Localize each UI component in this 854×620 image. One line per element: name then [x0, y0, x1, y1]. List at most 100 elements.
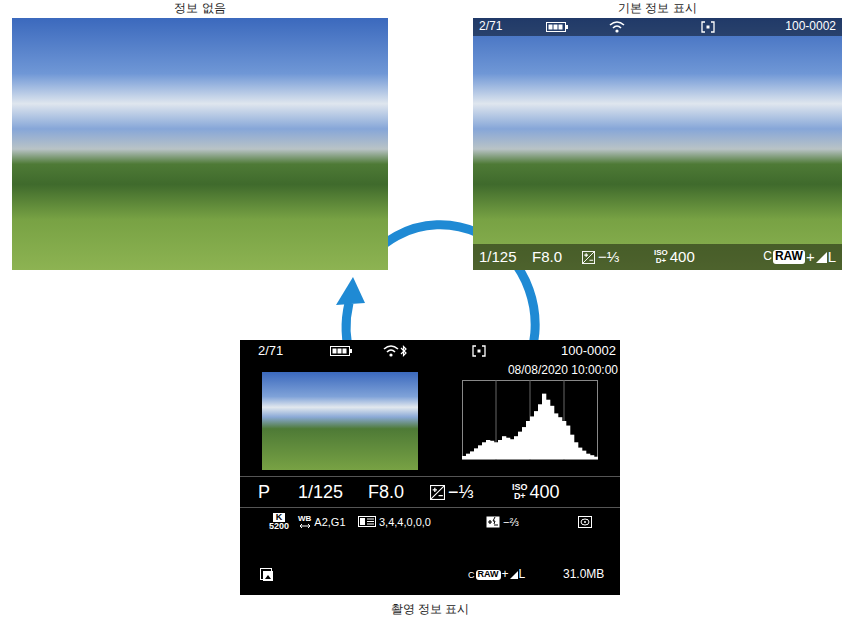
histogram-bar [482, 442, 486, 459]
histogram-bar [462, 456, 466, 459]
histogram-bar [562, 421, 566, 459]
exposure-value: −⅓ [598, 248, 619, 265]
quality-raw: RAW [773, 250, 805, 263]
histogram-bar [546, 400, 550, 459]
histogram-bar [582, 451, 586, 459]
wireless-icon [608, 20, 626, 34]
histogram-bar [498, 440, 502, 459]
wb-shift-value: A2,G1 [314, 516, 345, 529]
histogram-bar [474, 448, 478, 459]
frame-count: 2/71 [258, 344, 330, 359]
iso-value: 400 [670, 248, 695, 265]
histogram-bar [510, 439, 514, 459]
histogram-bar [514, 436, 518, 459]
picture-style-icon [358, 516, 376, 527]
exposure-compensation-icon [430, 485, 445, 500]
metering-icon [578, 516, 592, 528]
basic-info-view: 기본 정보 표시2/71100-00021/125F8.0−⅓ISOD+400C… [473, 0, 842, 270]
histogram-bar [506, 438, 510, 459]
shooting-mode: P [258, 482, 298, 503]
picture-style-value: 3,4,4,0,0,0 [379, 516, 431, 529]
jpeg-quality-icon [510, 571, 518, 579]
aperture: F8.0 [532, 248, 582, 265]
shutter-speed: 1/125 [298, 482, 368, 503]
white-balance-shift: WBA2,G1 [298, 515, 358, 529]
file-number: 100-0002 [561, 344, 616, 359]
histogram-bar [470, 451, 474, 459]
caption: 촬영 정보 표시 [391, 601, 470, 617]
file-size: 31.0MB [563, 568, 620, 582]
wb-label: WB [298, 515, 311, 529]
shooting-info-view: 2/71100-000208/08/2020 10:00:00P1/125F8.… [0, 340, 620, 617]
histogram-bar [578, 448, 582, 459]
shutter-speed: 1/125 [479, 248, 532, 265]
histogram-bar [526, 421, 530, 459]
picture-style: 3,4,4,0,0,0 [358, 516, 486, 529]
wireless-icon [382, 344, 408, 358]
flash-compensation: −⅔ [486, 516, 578, 529]
color-temperature-label: K [273, 513, 286, 523]
image-quality: CRAW+L [468, 568, 563, 582]
histogram-bar [478, 445, 482, 459]
camera-screen: 2/71100-000208/08/2020 10:00:00P1/125F8.… [240, 340, 620, 595]
histogram-bar [486, 440, 490, 459]
histogram-bar [494, 442, 498, 459]
exposure-compensation: −⅓ [582, 248, 654, 265]
histogram-bar [586, 454, 590, 459]
iso-label: ISOD+ [654, 249, 668, 265]
histogram-bar [538, 404, 542, 459]
jpeg-quality-icon [816, 252, 827, 263]
iso-value: 400 [530, 482, 560, 503]
exposure-value: −⅓ [448, 482, 474, 503]
histogram-bar [570, 435, 574, 459]
exposure-compensation-icon [582, 251, 595, 264]
quality-size: L [519, 568, 526, 582]
histogram-bar [522, 427, 526, 459]
photo: 2/71100-00021/125F8.0−⅓ISOD+400CRAW+L [473, 18, 842, 270]
exposure-compensation: −⅓ [430, 482, 512, 503]
iso-label: ISOD+ [512, 483, 528, 501]
image-quality: CRAW+ L [763, 248, 836, 265]
flash-compensation-icon [486, 516, 500, 528]
histogram-bar [466, 454, 470, 459]
af-point-icon [701, 21, 715, 33]
iso: ISOD+400 [512, 482, 620, 503]
screen-top-row: 2/71 100-0002 [240, 340, 620, 362]
histogram-bar [490, 441, 494, 459]
quality-prefix: C [763, 250, 772, 264]
detail-row: K5200WBA2,G1 3,4,4,0,0,0 −⅔ [240, 508, 620, 536]
image-info-icon [260, 568, 274, 582]
playback-display-diagram: 정보 없음기본 정보 표시2/71100-00021/125F8.0−⅓ISOD… [0, 0, 854, 620]
histogram-bar [566, 426, 570, 459]
af-point-icon [472, 345, 486, 357]
info-top-bar: 2/71100-0002 [473, 18, 842, 36]
histogram-bar [502, 436, 506, 459]
info-bottom-bar: 1/125F8.0−⅓ISOD+400CRAW+L [473, 244, 842, 270]
battery-icon [546, 22, 568, 32]
quality-size: L [828, 248, 836, 265]
histogram-bar [534, 411, 538, 459]
histogram-bar [554, 413, 558, 459]
histogram-bar [594, 457, 598, 459]
date-time: 08/08/2020 10:00:00 [508, 362, 618, 378]
thumbnail-photo [262, 372, 418, 470]
wb-shift-icon [299, 523, 311, 529]
histogram-bar [550, 406, 554, 459]
battery-icon [330, 346, 352, 356]
exposure-row: P1/125F8.0−⅓ISOD+400 [240, 476, 620, 508]
caption: 정보 없음 [174, 0, 225, 16]
caption: 기본 정보 표시 [618, 0, 697, 16]
iso: ISOD+400 [654, 248, 763, 265]
histogram-bar [518, 432, 522, 459]
histogram-chart [462, 380, 598, 460]
quality-raw: RAW [476, 570, 501, 580]
histogram-bar [558, 417, 562, 459]
photo [12, 18, 388, 270]
histogram-bar [574, 442, 578, 459]
flash-compensation-value: −⅔ [503, 516, 519, 529]
no-info-view: 정보 없음 [12, 0, 388, 270]
color-temperature: K5200 [260, 513, 298, 532]
quality-plus: + [806, 248, 815, 265]
frame-count: 2/71 [479, 20, 546, 34]
histogram-bar [590, 455, 594, 459]
